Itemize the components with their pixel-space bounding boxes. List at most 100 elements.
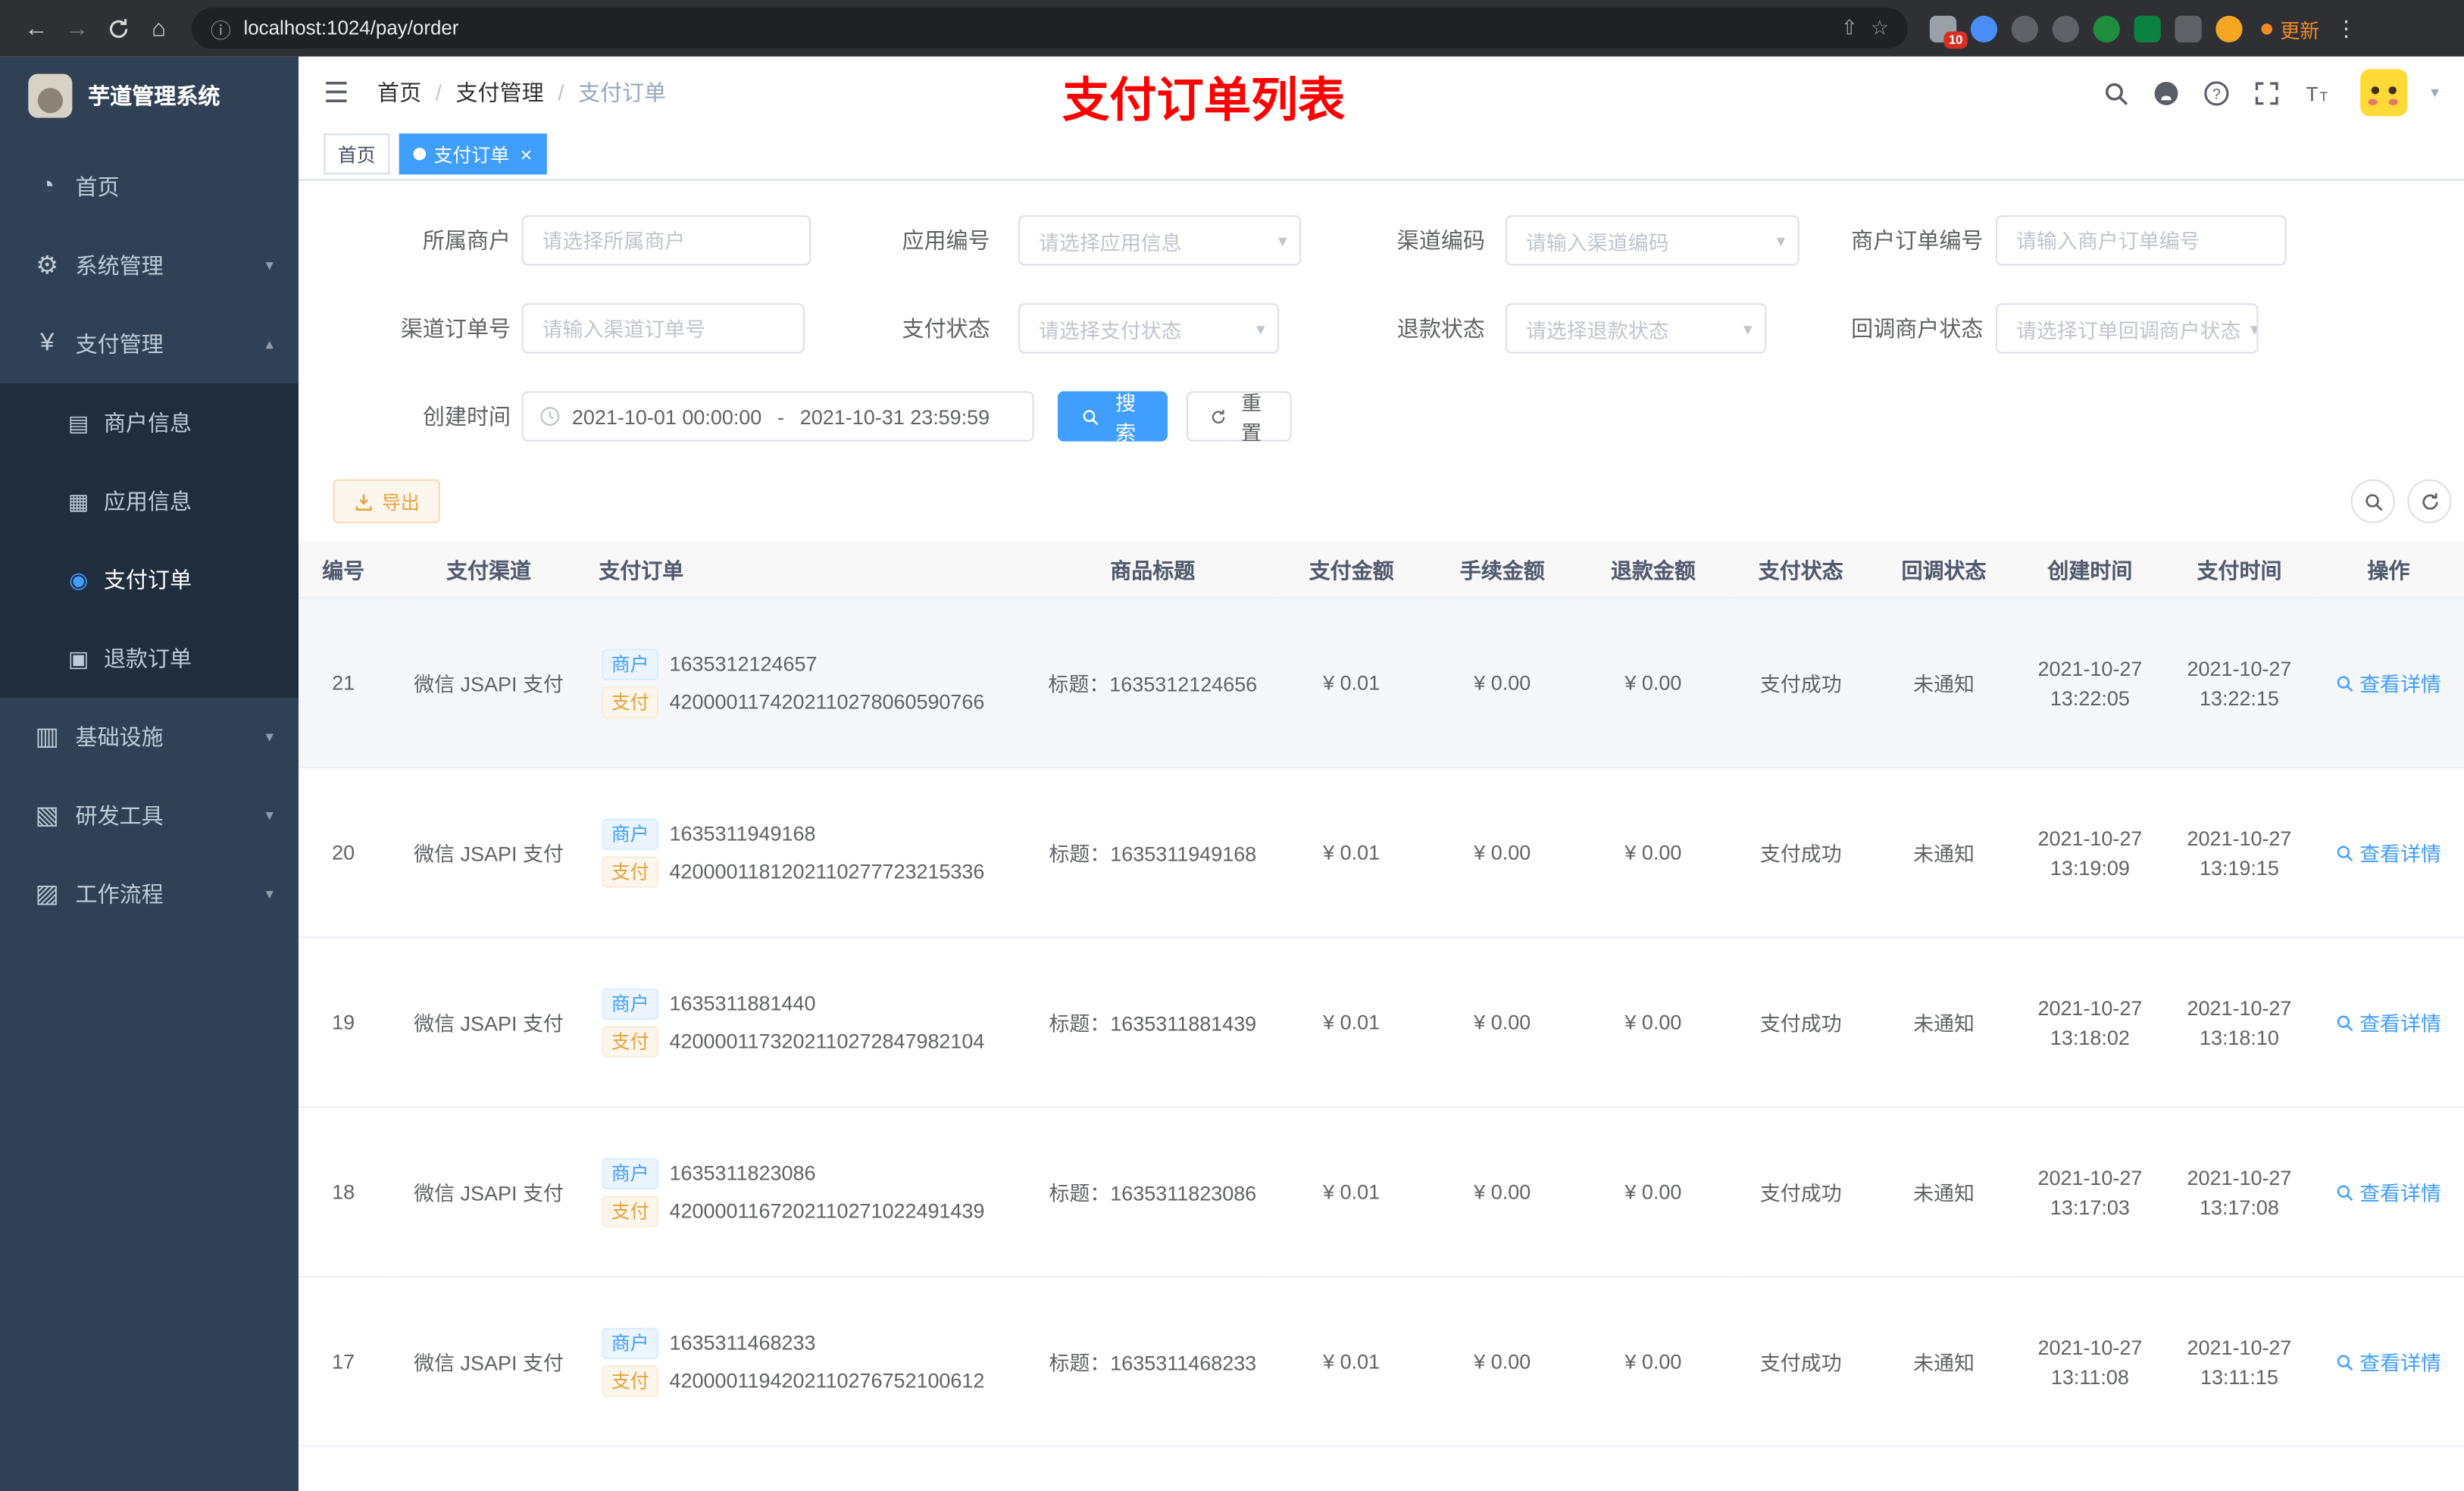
refund-status-filter-select[interactable]: 请选择退款状态 ▾ (1505, 303, 1767, 354)
sidebar-item-workflow[interactable]: ▨ 工作流程 ▾ (0, 855, 299, 933)
toggle-search-button[interactable] (2350, 479, 2395, 524)
download-icon (354, 491, 374, 511)
sidebar-item-home[interactable]: ◔ 首页 (0, 148, 299, 227)
export-button[interactable]: 导出 (333, 479, 440, 524)
breadcrumb-home[interactable]: 首页 (377, 77, 421, 108)
sidebar-item-pay-order[interactable]: ◉ 支付订单 (0, 540, 299, 619)
share-icon[interactable]: ⇧ (1841, 16, 1859, 41)
notify-status-cell (1873, 1446, 2015, 1491)
create-time: 13:11:08 (2050, 1364, 2129, 1389)
col-pay-order: 支付订单 (589, 540, 1030, 599)
pay-channel-cell: 微信 JSAPI 支付 (388, 598, 589, 769)
url-text[interactable]: localhost:1024/pay/order (244, 17, 1828, 39)
view-detail-link[interactable]: 查看详情 (2336, 837, 2441, 867)
browser-reload-icon[interactable] (98, 8, 139, 48)
sidebar-item-refund-order[interactable]: ▣ 退款订单 (0, 619, 299, 698)
browser-update-button[interactable]: 更新 (2261, 14, 2319, 43)
fullscreen-icon[interactable] (2253, 80, 2280, 106)
table-row[interactable]: 18 微信 JSAPI 支付 商户 1635311823086 支付 42000… (299, 1107, 2464, 1278)
sidebar-item-payment[interactable]: ¥ 支付管理 ▴ (0, 305, 299, 383)
app-logo[interactable]: 芋道管理系统 (0, 57, 299, 136)
extension-check-icon[interactable] (2093, 14, 2120, 42)
channel-order-no-filter-label: 渠道订单号 (400, 315, 511, 342)
search-icon[interactable] (2103, 80, 2129, 106)
col-fee-amount: 手续金额 (1427, 540, 1578, 599)
table-row[interactable]: 商户 1635311157 支付 (299, 1446, 2464, 1491)
table-row[interactable]: 17 微信 JSAPI 支付 商户 1635311468233 支付 42000… (299, 1277, 2464, 1448)
app-id-filter-select[interactable]: 请选择应用信息 ▾ (1018, 215, 1302, 266)
create-time: 13:22:05 (2050, 686, 2130, 710)
chevron-down-icon: ▾ (265, 806, 274, 824)
address-bar[interactable]: ⓘ localhost:1024/pay/order ⇧ ☆ (192, 8, 1908, 49)
create-time-filter-label: 创建时间 (422, 404, 511, 430)
date-end-value[interactable]: 2021-10-31 23:59:59 (800, 405, 990, 428)
extension-icon-1[interactable] (2011, 14, 2038, 42)
goods-title-cell: 标题：1635311949168 (1029, 767, 1277, 939)
channel-order-no-filter-input[interactable] (521, 303, 805, 354)
help-icon[interactable] (2203, 80, 2230, 106)
bookmark-icon[interactable]: ☆ (1871, 16, 1889, 41)
tab-home[interactable]: 首页 (324, 133, 390, 175)
notify-status-cell: 未通知 (1873, 937, 2015, 1108)
table-row[interactable]: 19 微信 JSAPI 支付 商户 1635311881440 支付 42000… (299, 937, 2464, 1108)
tab-pay-order[interactable]: 支付订单 × (399, 133, 546, 175)
close-icon[interactable]: × (521, 144, 533, 164)
view-detail-link[interactable]: 查看详情 (2336, 667, 2441, 697)
filter-row-3: 创建时间 2021-10-01 00:00:00 - 2021-10-31 23… (333, 391, 2464, 445)
pay-time-cell: 2021-10-27 13:11:15 (2165, 1277, 2313, 1448)
notify-status-filter-select[interactable]: 请选择订单回调商户状态 ▾ (1995, 303, 2259, 354)
view-detail-link[interactable]: 查看详情 (2336, 1177, 2441, 1206)
view-detail-link[interactable]: 查看详情 (2336, 1007, 2441, 1036)
actions-cell: 查看详情 (2312, 1107, 2464, 1278)
extension-drop-icon[interactable] (1970, 14, 1998, 42)
pay-time: 13:18:10 (2199, 1025, 2279, 1049)
avatar-caret-icon[interactable]: ▾ (2431, 84, 2438, 102)
hamburger-icon[interactable]: ☰ (324, 77, 349, 110)
sidebar-item-system[interactable]: ⚙ 系统管理 ▾ (0, 227, 299, 305)
col-refund-amount: 退款金额 (1578, 540, 1729, 599)
reset-button[interactable]: 重置 (1186, 391, 1292, 445)
extension-puzzle-icon[interactable]: 10 (1929, 14, 1968, 48)
table-row[interactable]: 20 微信 JSAPI 支付 商户 1635311949168 支付 42000… (299, 767, 2464, 939)
github-icon[interactable] (2153, 80, 2179, 106)
sidebar-item-infrastructure[interactable]: ▥ 基础设施 ▾ (0, 698, 299, 777)
target-icon: ◉ (69, 566, 89, 592)
browser-home-icon[interactable]: ⌂ (139, 8, 180, 48)
merchant-filter-input[interactable] (521, 215, 811, 266)
date-separator: - (777, 405, 785, 429)
export-button-label: 导出 (381, 491, 420, 514)
sidebar-item-devtools[interactable]: ▧ 研发工具 ▾ (0, 777, 299, 855)
tab-label: 支付订单 (433, 143, 510, 166)
chevron-down-icon: ▾ (1256, 320, 1265, 339)
merchant-order-no-filter-input[interactable] (1995, 215, 2287, 266)
table-row[interactable]: 21 微信 JSAPI 支付 商户 1635312124657 支付 42000… (299, 598, 2464, 769)
pay-status-cell: 支付成功 (1728, 598, 1874, 769)
pay-status-filter-select[interactable]: 请选择支付状态 ▾ (1018, 303, 1280, 354)
breadcrumb-payment[interactable]: 支付管理 (456, 77, 544, 108)
refresh-table-button[interactable] (2407, 479, 2452, 524)
browser-menu-icon[interactable]: ⋮ (2335, 15, 2357, 42)
extension-icon-2[interactable] (2052, 14, 2079, 42)
sidebar-item-merchant-info[interactable]: ▤ 商户信息 (0, 383, 299, 462)
extension-avatar-icon[interactable] (2215, 14, 2243, 42)
select-placeholder: 请选择应用信息 (1038, 230, 1182, 254)
chevron-down-icon: ▾ (265, 728, 274, 746)
sidebar-item-app-info[interactable]: ▦ 应用信息 (0, 462, 299, 541)
date-start-value[interactable]: 2021-10-01 00:00:00 (572, 405, 761, 428)
extension-pin-icon[interactable] (2175, 14, 2202, 42)
site-info-icon[interactable]: ⓘ (211, 14, 231, 43)
font-size-icon[interactable] (2303, 80, 2330, 106)
channel-code-filter-select[interactable]: 请输入渠道编码 ▾ (1505, 215, 1800, 266)
col-pay-amount: 支付金额 (1276, 540, 1427, 599)
page-content: 所属商户 应用编号 请选择应用信息▾ 渠道编码 请输入渠道编码▾ 商户订单编号 … (299, 181, 2464, 1491)
view-detail-link[interactable]: 查看详情 (2336, 1346, 2441, 1376)
create-time-range-picker[interactable]: 2021-10-01 00:00:00 - 2021-10-31 23:59:5… (521, 391, 1034, 442)
user-avatar[interactable] (2360, 69, 2408, 117)
browser-back-icon[interactable]: ← (16, 8, 57, 48)
pay-time: 13:19:15 (2199, 855, 2279, 880)
extension-chat-icon[interactable] (2134, 14, 2161, 42)
browser-forward-icon[interactable]: → (57, 8, 98, 48)
pay-status-cell (1728, 1446, 1874, 1491)
notify-status-cell: 未通知 (1873, 598, 2015, 769)
search-button[interactable]: 搜索 (1057, 391, 1168, 445)
